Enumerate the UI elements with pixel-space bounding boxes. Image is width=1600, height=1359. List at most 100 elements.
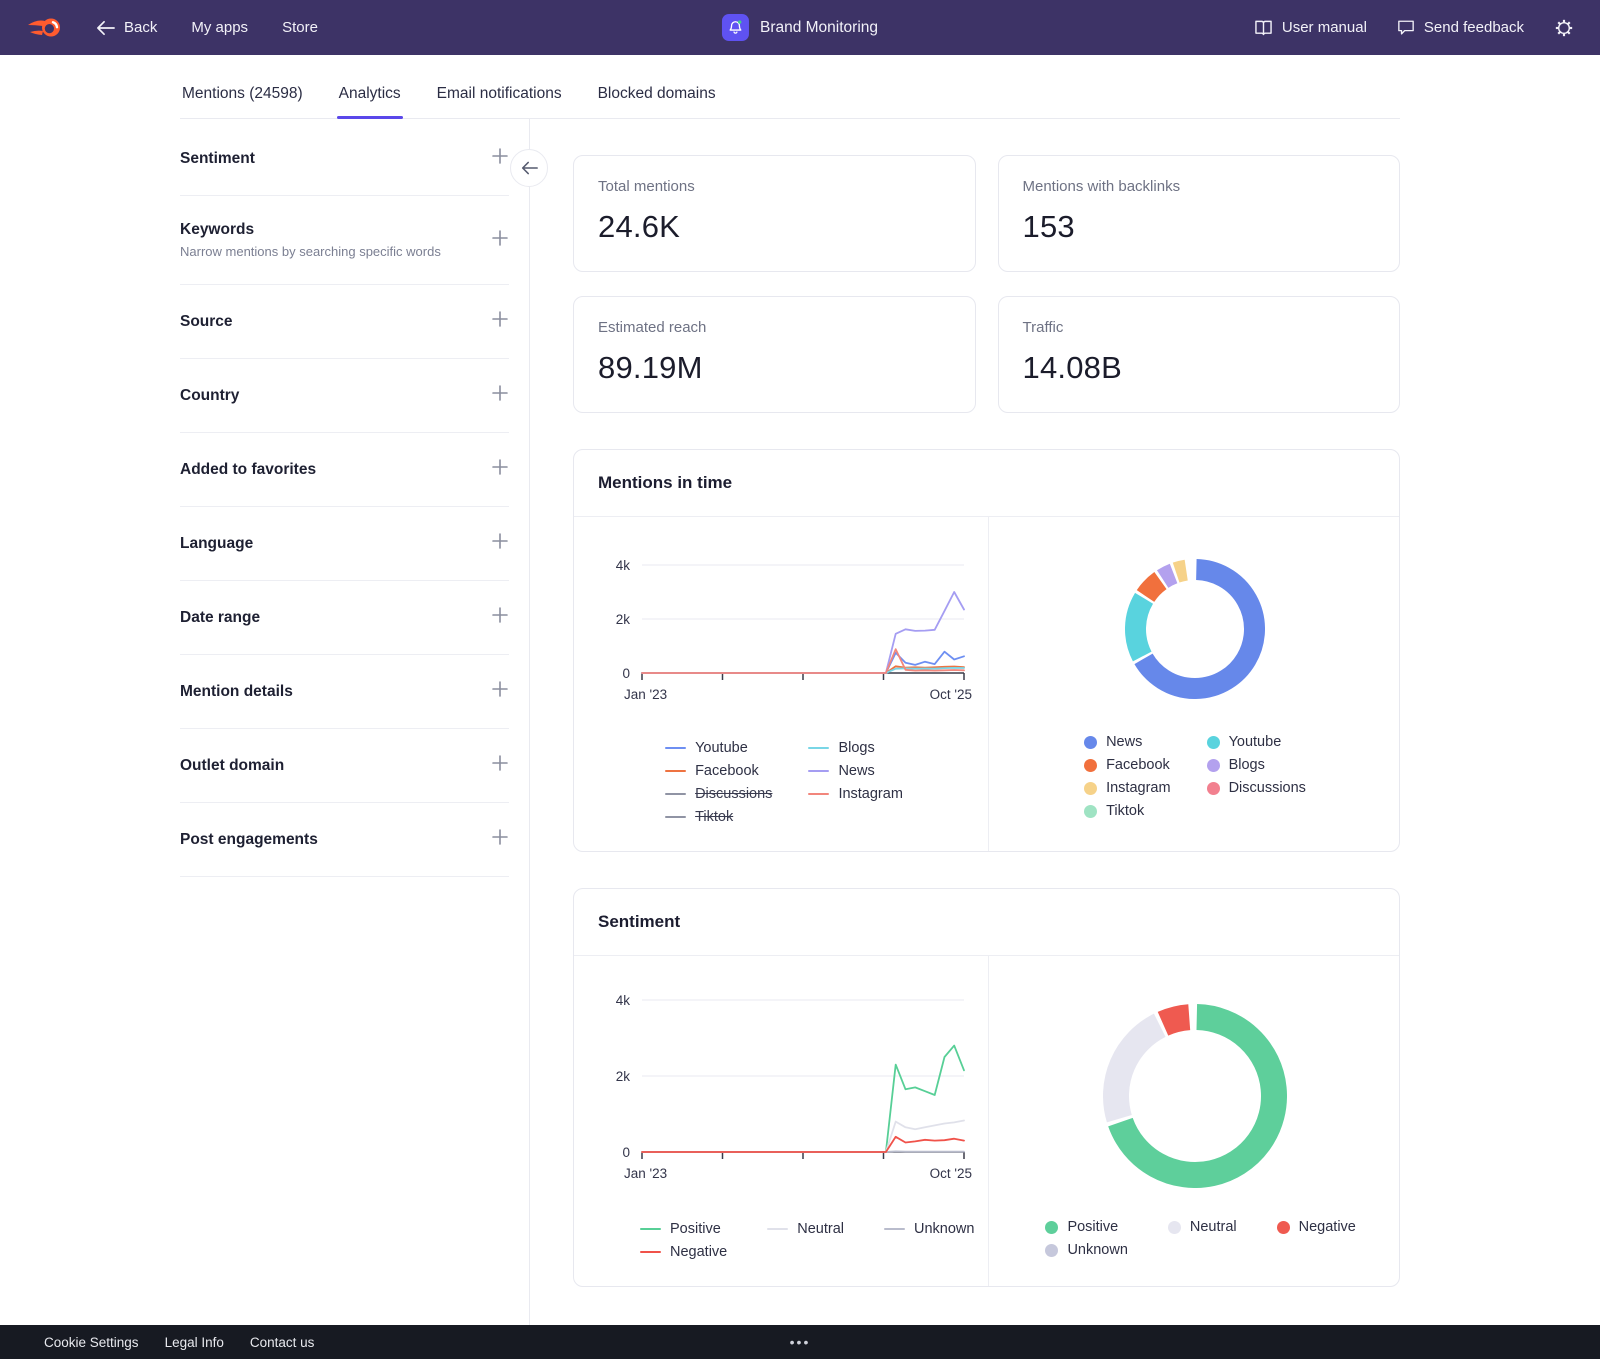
legend-item-youtube[interactable]: Youtube (1207, 734, 1306, 750)
filter-row-outlet-domain[interactable]: Outlet domain (180, 729, 509, 803)
mentions-line-legend: Youtube Facebook Discussions Tiktok Blogs New… (594, 740, 974, 825)
filter-label: Post engagements (180, 831, 318, 849)
filter-text: Sentiment (180, 150, 255, 168)
user-manual-button[interactable]: User manual (1254, 19, 1367, 36)
stat-label: Traffic (1023, 319, 1376, 336)
legend-label: Negative (1299, 1219, 1356, 1235)
legend-swatch (665, 770, 686, 772)
legend-swatch (1168, 1221, 1181, 1234)
filter-label: Keywords (180, 221, 441, 239)
plus-icon[interactable] (491, 606, 509, 629)
footer-links: Cookie Settings Legal Info Contact us (44, 1335, 314, 1350)
legend-item-tiktok[interactable]: Tiktok (1084, 803, 1170, 819)
mentions-donut-chart (1125, 559, 1265, 704)
legend-label: Facebook (1106, 757, 1170, 773)
filter-label: Language (180, 535, 253, 553)
filter-row-source[interactable]: Source (180, 285, 509, 359)
legend-item-neutral[interactable]: Neutral (1168, 1219, 1237, 1235)
legend-label: Blogs (838, 740, 874, 756)
plus-icon[interactable] (491, 310, 509, 333)
filter-row-post-engagements[interactable]: Post engagements (180, 803, 509, 877)
plus-icon[interactable] (491, 147, 509, 170)
filter-row-language[interactable]: Language (180, 507, 509, 581)
legend-label: Instagram (1106, 780, 1170, 796)
filter-row-added-to-favorites[interactable]: Added to favorites (180, 433, 509, 507)
filter-label: Source (180, 313, 233, 331)
plus-icon[interactable] (491, 754, 509, 777)
legend-swatch (1045, 1244, 1058, 1257)
back-button[interactable]: Back (96, 19, 157, 36)
filter-text: Country (180, 387, 239, 405)
filter-text: Source (180, 313, 233, 331)
plus-icon[interactable] (491, 828, 509, 851)
legend-item-positive[interactable]: Positive (1045, 1219, 1127, 1235)
filter-row-sentiment[interactable]: Sentiment (180, 147, 509, 196)
svg-text:0: 0 (622, 1145, 630, 1160)
legend-label: Youtube (695, 740, 748, 756)
plus-icon[interactable] (491, 384, 509, 407)
legend-item-facebook[interactable]: Facebook (1084, 757, 1170, 773)
legend-swatch (1084, 782, 1097, 795)
arrow-left-icon (96, 20, 115, 36)
legend-label: News (838, 763, 874, 779)
sentiment-line-pane: 4k2k0Jan '23Oct '25 PositiveNeutralUnkno… (574, 956, 988, 1286)
plus-icon[interactable] (491, 680, 509, 703)
settings-gear-button[interactable] (1554, 18, 1574, 38)
legend-item-tiktok[interactable]: Tiktok (665, 809, 772, 825)
legend-item-unknown[interactable]: Unknown (884, 1221, 974, 1237)
legend-label: News (1106, 734, 1142, 750)
legend-swatch (640, 1228, 661, 1230)
legend-item-blogs[interactable]: Blogs (1207, 757, 1306, 773)
legend-item-negative[interactable]: Negative (640, 1244, 727, 1260)
legend-item-news[interactable]: News (1084, 734, 1170, 750)
filter-row-mention-details[interactable]: Mention details (180, 655, 509, 729)
legend-item-news[interactable]: News (808, 763, 902, 779)
footer-more-button[interactable]: ••• (790, 1334, 811, 1350)
tabs-section: Mentions (24598) Analytics Email notificat… (0, 55, 1600, 119)
legend-item-instagram[interactable]: Instagram (808, 786, 902, 802)
legend-swatch (1084, 759, 1097, 772)
store-button[interactable]: Store (282, 19, 318, 36)
tab-blocked-domains[interactable]: Blocked domains (596, 79, 718, 118)
tab-analytics[interactable]: Analytics (337, 79, 403, 118)
legend-item-unknown[interactable]: Unknown (1045, 1242, 1127, 1258)
tab-email-notifications[interactable]: Email notifications (435, 79, 564, 118)
svg-text:0: 0 (622, 666, 630, 681)
my-apps-button[interactable]: My apps (191, 19, 248, 36)
legend-item-blogs[interactable]: Blogs (808, 740, 902, 756)
stat-card-total-mentions: Total mentions24.6K (573, 155, 976, 272)
sidebar-collapse-button[interactable] (510, 149, 548, 187)
sentiment-line-legend: Positive Neutral Unknown Negative (594, 1221, 974, 1260)
legend-item-neutral[interactable]: Neutral (767, 1221, 844, 1237)
plus-icon[interactable] (491, 229, 509, 252)
mentions-in-time-title: Mentions in time (574, 450, 1399, 517)
legend-item-discussions[interactable]: Discussions (1207, 780, 1306, 796)
tab-mentions[interactable]: Mentions (24598) (180, 79, 305, 118)
filter-row-country[interactable]: Country (180, 359, 509, 433)
plus-icon[interactable] (491, 532, 509, 555)
legend-item-positive[interactable]: Positive (640, 1221, 727, 1237)
send-feedback-label: Send feedback (1424, 19, 1524, 36)
sentiment-donut-chart (1103, 1004, 1287, 1193)
footer-link-legal-info[interactable]: Legal Info (165, 1335, 224, 1350)
legend-label: Youtube (1229, 734, 1282, 750)
filter-text: Post engagements (180, 831, 318, 849)
send-feedback-button[interactable]: Send feedback (1397, 19, 1524, 36)
filters-sidebar: Sentiment KeywordsNarrow mentions by sear… (0, 119, 530, 1325)
filter-row-date-range[interactable]: Date range (180, 581, 509, 655)
semrush-logo[interactable] (26, 15, 62, 41)
svg-text:2k: 2k (616, 612, 631, 627)
footer-link-cookie-settings[interactable]: Cookie Settings (44, 1335, 139, 1350)
stat-label: Estimated reach (598, 319, 951, 336)
plus-icon[interactable] (491, 458, 509, 481)
filter-row-keywords[interactable]: KeywordsNarrow mentions by searching spe… (180, 196, 509, 285)
legend-swatch (1207, 736, 1220, 749)
legend-item-youtube[interactable]: Youtube (665, 740, 772, 756)
legend-item-negative[interactable]: Negative (1277, 1219, 1356, 1235)
legend-item-instagram[interactable]: Instagram (1084, 780, 1170, 796)
footer-link-contact-us[interactable]: Contact us (250, 1335, 315, 1350)
legend-swatch (640, 1251, 661, 1253)
legend-item-discussions[interactable]: Discussions (665, 786, 772, 802)
legend-item-facebook[interactable]: Facebook (665, 763, 772, 779)
top-navbar: Back My apps Store Brand Monitoring User… (0, 0, 1600, 55)
